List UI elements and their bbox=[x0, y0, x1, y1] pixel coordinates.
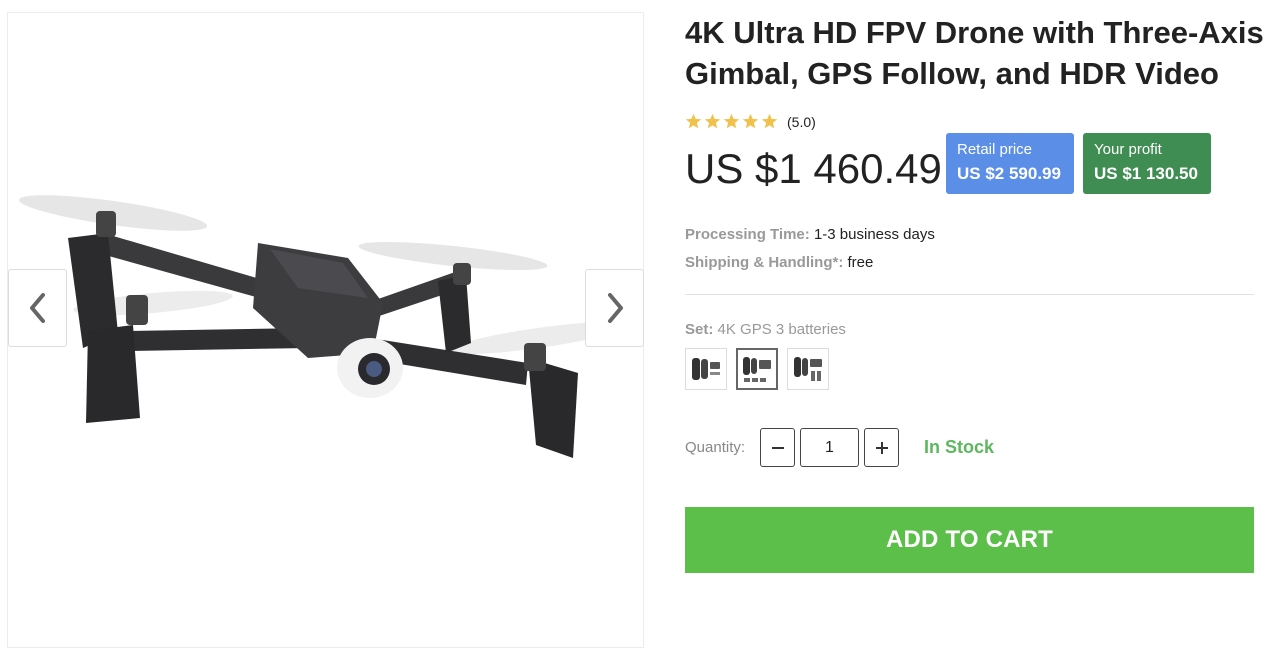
quantity-label: Quantity: bbox=[685, 439, 746, 456]
star-icon bbox=[742, 113, 759, 129]
plus-icon bbox=[875, 441, 888, 454]
rating-value: (5.0) bbox=[787, 113, 816, 130]
set-label: Set: bbox=[685, 321, 714, 338]
profit-badge: Your profit US $1 130.50 bbox=[1083, 133, 1211, 194]
quantity-increase-button[interactable] bbox=[864, 428, 899, 467]
quantity-decrease-button[interactable] bbox=[760, 428, 795, 467]
product-price: US $1 460.49 bbox=[685, 145, 942, 192]
shipping-value: free bbox=[847, 254, 874, 271]
product-gallery bbox=[7, 12, 644, 648]
chevron-left-icon bbox=[29, 293, 45, 323]
set-option-2[interactable] bbox=[736, 348, 778, 390]
profit-value: US $1 130.50 bbox=[1094, 164, 1198, 183]
divider bbox=[685, 294, 1254, 295]
chevron-right-icon bbox=[607, 293, 623, 323]
shipping-label: Shipping & Handling*: bbox=[685, 254, 844, 271]
shipping-handling: Shipping & Handling*: free bbox=[685, 254, 873, 272]
set-option-1[interactable] bbox=[685, 348, 727, 390]
processing-time: Processing Time: 1-3 business days bbox=[685, 226, 935, 244]
retail-price-label: Retail price bbox=[957, 141, 1033, 158]
star-icon bbox=[761, 113, 778, 129]
gallery-prev-button[interactable] bbox=[8, 269, 67, 347]
set-thumbnail bbox=[743, 357, 771, 382]
set-selector: Set: 4K GPS 3 batteries bbox=[685, 321, 846, 339]
add-to-cart-button[interactable]: ADD TO CART bbox=[685, 507, 1254, 573]
minus-icon bbox=[771, 446, 784, 449]
star-icon bbox=[723, 113, 740, 129]
processing-time-label: Processing Time: bbox=[685, 226, 810, 243]
product-rating: (5.0) bbox=[685, 113, 816, 130]
star-icon bbox=[685, 113, 702, 129]
set-thumbnail bbox=[692, 358, 720, 380]
rating-stars bbox=[685, 113, 778, 130]
profit-label: Your profit bbox=[1094, 141, 1162, 158]
gallery-next-button[interactable] bbox=[585, 269, 644, 347]
product-image bbox=[18, 195, 628, 458]
set-value: 4K GPS 3 batteries bbox=[717, 321, 846, 338]
star-icon bbox=[704, 113, 721, 129]
set-thumbnail bbox=[794, 357, 822, 381]
processing-time-value: 1-3 business days bbox=[813, 226, 935, 243]
set-option-3[interactable] bbox=[787, 348, 829, 390]
retail-price-value: US $2 590.99 bbox=[957, 164, 1061, 183]
stock-status: In Stock bbox=[924, 437, 995, 457]
retail-price-badge: Retail price US $2 590.99 bbox=[946, 133, 1074, 194]
product-title: 4K Ultra HD FPV Drone with Three-Axis Gi… bbox=[685, 15, 1264, 91]
quantity-input[interactable] bbox=[800, 428, 859, 467]
set-options bbox=[685, 348, 829, 390]
